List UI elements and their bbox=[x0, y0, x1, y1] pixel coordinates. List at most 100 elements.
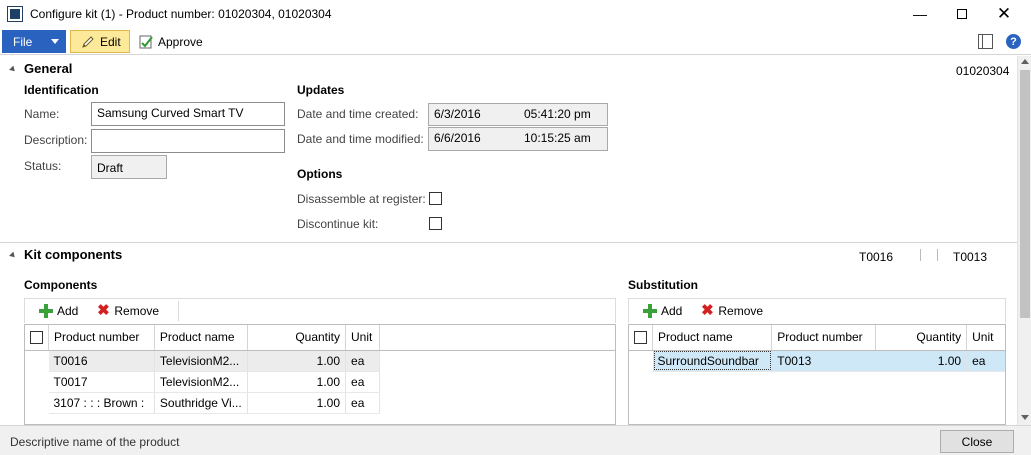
disassemble-checkbox[interactable] bbox=[429, 192, 442, 205]
product-name-cell[interactable]: SurroundSoundbar bbox=[652, 350, 773, 372]
vertical-scrollbar[interactable] bbox=[1017, 56, 1031, 425]
options-title: Options bbox=[297, 167, 343, 181]
title-bar: Configure kit (1) - Product number: 0102… bbox=[0, 0, 1031, 29]
row-filler bbox=[379, 350, 615, 371]
remove-icon: ✖ bbox=[701, 302, 714, 319]
quantity-cell[interactable]: 1.00 bbox=[247, 392, 347, 414]
unit-cell[interactable]: ea bbox=[345, 350, 380, 372]
minimize-button[interactable]: — bbox=[905, 2, 935, 26]
product-number-cell[interactable]: T0017 bbox=[48, 371, 155, 393]
column-quantity[interactable]: Quantity bbox=[875, 325, 968, 351]
description-label: Description: bbox=[24, 133, 88, 147]
toolbar-separator bbox=[178, 301, 179, 321]
column-quantity[interactable]: Quantity bbox=[247, 325, 347, 351]
approve-label: Approve bbox=[158, 34, 203, 49]
app-icon bbox=[7, 6, 23, 22]
quantity-cell[interactable]: 1.00 bbox=[875, 350, 968, 372]
row-filler bbox=[379, 392, 615, 413]
add-icon bbox=[643, 304, 657, 318]
table-row[interactable]: T0017 TelevisionM2... 1.00 ea bbox=[25, 371, 615, 393]
layout-icon[interactable] bbox=[978, 34, 993, 49]
disassemble-label: Disassemble at register: bbox=[297, 192, 426, 206]
row-selector[interactable] bbox=[25, 371, 49, 392]
product-name-cell[interactable]: TelevisionM2... bbox=[154, 350, 248, 372]
checkbox-icon bbox=[30, 331, 43, 345]
name-field[interactable]: Samsung Curved Smart TV bbox=[91, 102, 285, 126]
discontinue-checkbox[interactable] bbox=[429, 217, 442, 230]
row-selector[interactable] bbox=[25, 350, 49, 371]
approve-button[interactable]: Approve bbox=[138, 31, 203, 52]
components-remove-button[interactable]: ✖ Remove bbox=[96, 302, 160, 319]
approve-icon bbox=[139, 35, 153, 48]
modified-date: 6/6/2016 bbox=[434, 131, 481, 145]
table-row[interactable]: SurroundSoundbar T0013 1.00 ea bbox=[629, 350, 1005, 372]
summary-separator bbox=[920, 249, 921, 261]
table-row[interactable]: T0016 TelevisionM2... 1.00 ea bbox=[25, 350, 615, 372]
substitution-remove-label: Remove bbox=[718, 304, 764, 318]
product-number-cell[interactable]: T0016 bbox=[48, 350, 155, 372]
quantity-cell[interactable]: 1.00 bbox=[247, 371, 347, 393]
unit-cell[interactable]: ea bbox=[345, 371, 380, 393]
general-summary-id: 01020304 bbox=[956, 64, 1010, 78]
substitution-remove-button[interactable]: ✖ Remove bbox=[700, 302, 764, 319]
status-field: Draft bbox=[91, 155, 167, 179]
summary-separator bbox=[937, 249, 938, 261]
general-section-header[interactable]: General bbox=[24, 61, 72, 76]
collapse-general-icon[interactable] bbox=[9, 65, 17, 74]
components-add-label: Add bbox=[57, 304, 79, 318]
pencil-icon bbox=[82, 35, 94, 48]
modified-field: 6/6/2016 10:15:25 am bbox=[428, 127, 608, 151]
created-label: Date and time created: bbox=[297, 107, 419, 121]
product-name-cell[interactable]: TelevisionM2... bbox=[154, 371, 248, 393]
status-text: Descriptive name of the product bbox=[10, 435, 180, 449]
kit-summary-1: T0016 bbox=[859, 250, 894, 264]
remove-icon: ✖ bbox=[97, 302, 110, 319]
modified-label: Date and time modified: bbox=[297, 132, 424, 146]
select-all-checkbox[interactable] bbox=[629, 325, 653, 351]
description-field[interactable] bbox=[91, 129, 285, 153]
column-unit[interactable]: Unit bbox=[345, 325, 380, 351]
maximize-button[interactable] bbox=[947, 2, 977, 26]
file-menu-label: File bbox=[13, 34, 33, 49]
chevron-down-icon bbox=[51, 39, 59, 44]
column-product-number[interactable]: Product number bbox=[48, 325, 155, 351]
column-product-name[interactable]: Product name bbox=[154, 325, 248, 351]
substitution-add-button[interactable]: Add bbox=[643, 304, 682, 318]
substitution-add-label: Add bbox=[661, 304, 683, 318]
scroll-up-icon[interactable] bbox=[1021, 59, 1029, 64]
components-header-row: Product number Product name Quantity Uni… bbox=[25, 325, 615, 351]
product-number-cell[interactable]: 3107 : : : Brown : bbox=[48, 392, 155, 414]
column-product-number[interactable]: Product number bbox=[771, 325, 876, 351]
quantity-cell[interactable]: 1.00 bbox=[247, 350, 347, 372]
substitution-header-row: Product name Product number Quantity Uni… bbox=[629, 325, 1005, 351]
column-product-name[interactable]: Product name bbox=[652, 325, 773, 351]
unit-cell[interactable]: ea bbox=[345, 392, 380, 414]
components-remove-label: Remove bbox=[114, 304, 160, 318]
kit-components-section-header[interactable]: Kit components bbox=[24, 247, 122, 262]
name-label: Name: bbox=[24, 107, 60, 121]
table-row[interactable]: 3107 : : : Brown : Southridge Vi... 1.00… bbox=[25, 392, 615, 414]
form-content: General 01020304 Identification Name: Sa… bbox=[0, 56, 1017, 425]
window-title: Configure kit (1) - Product number: 0102… bbox=[30, 7, 332, 21]
collapse-kit-components-icon[interactable] bbox=[9, 251, 17, 260]
row-selector[interactable] bbox=[629, 350, 653, 371]
scroll-thumb[interactable] bbox=[1020, 70, 1030, 318]
unit-cell[interactable]: ea bbox=[966, 350, 1005, 372]
select-all-checkbox[interactable] bbox=[25, 325, 49, 351]
section-divider bbox=[0, 242, 1017, 243]
row-selector[interactable] bbox=[25, 392, 49, 413]
column-unit[interactable]: Unit bbox=[966, 325, 1005, 351]
help-icon[interactable]: ? bbox=[1006, 34, 1021, 49]
product-name-cell[interactable]: Southridge Vi... bbox=[154, 392, 248, 414]
close-button[interactable]: Close bbox=[940, 430, 1014, 453]
components-grid: Product number Product name Quantity Uni… bbox=[24, 324, 616, 425]
scroll-down-icon[interactable] bbox=[1021, 415, 1029, 420]
close-window-button[interactable]: ✕ bbox=[989, 2, 1019, 26]
kit-summary-2: T0013 bbox=[953, 250, 988, 264]
product-number-cell[interactable]: T0013 bbox=[771, 350, 876, 372]
created-field: 6/3/2016 05:41:20 pm bbox=[428, 103, 608, 126]
components-title: Components bbox=[24, 278, 98, 292]
file-menu-button[interactable]: File bbox=[2, 30, 66, 53]
edit-button[interactable]: Edit bbox=[70, 30, 130, 53]
components-add-button[interactable]: Add bbox=[39, 304, 78, 318]
